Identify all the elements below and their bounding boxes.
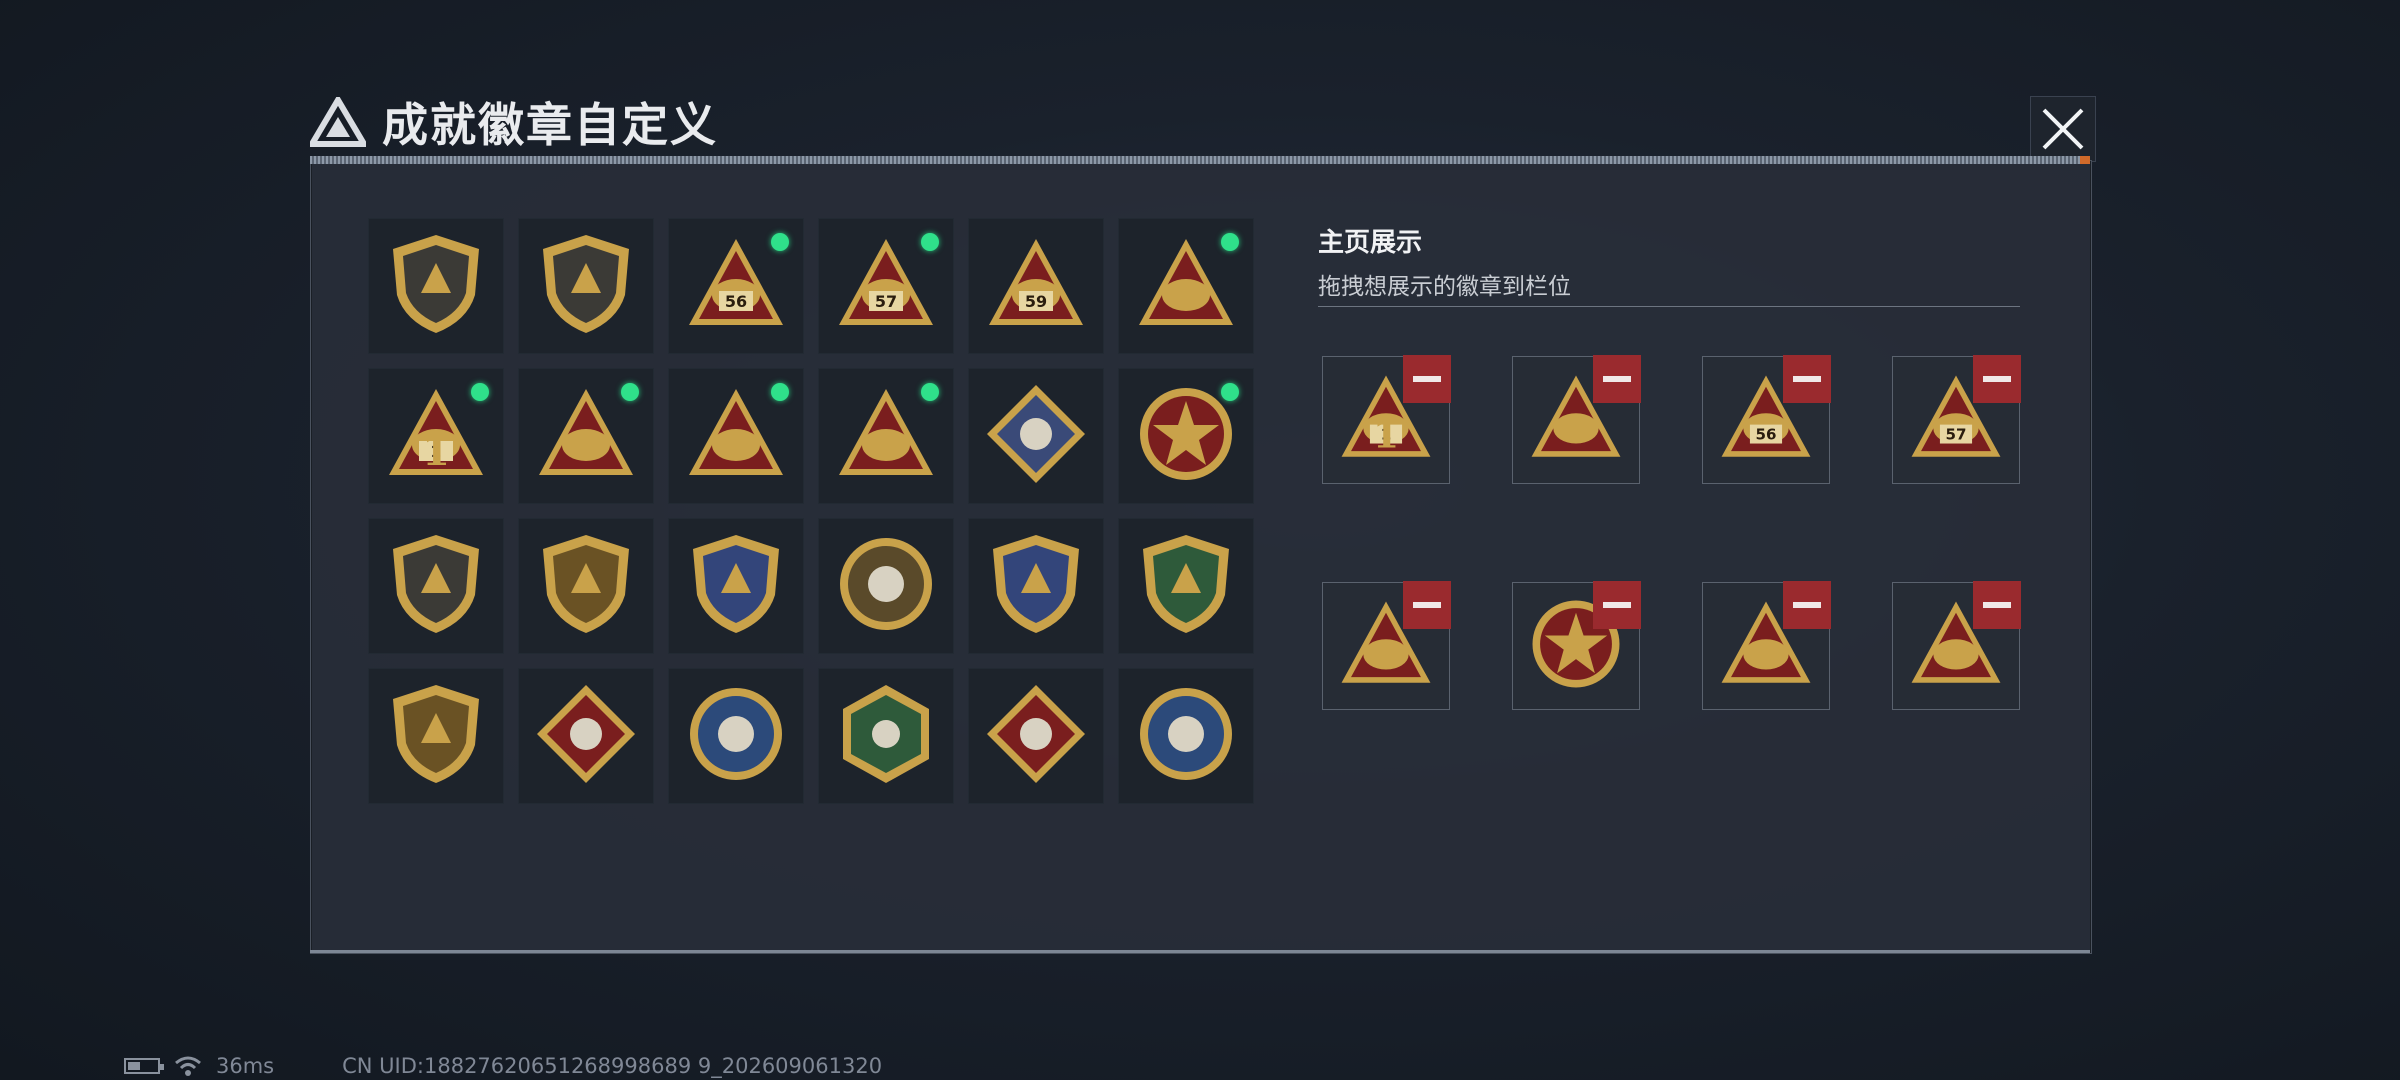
triangle-59-icon: 59	[981, 229, 1091, 344]
laurel-shield-icon	[531, 529, 641, 644]
panel-top-accent	[2080, 156, 2090, 164]
remove-slot-button[interactable]	[1973, 355, 2021, 403]
wolf-circle-icon	[1131, 679, 1241, 794]
status-bar: 36ms CN UID:18827620651268998689 9_20260…	[124, 1054, 882, 1078]
remove-slot-button[interactable]	[1783, 581, 1831, 629]
dialog-title: 成就徽章自定义	[310, 92, 718, 152]
showcase-slot[interactable]: 56	[1702, 355, 1831, 484]
minus-icon	[1413, 602, 1441, 608]
svg-text:59: 59	[1025, 292, 1047, 311]
minus-icon	[1603, 602, 1631, 608]
badge-cell[interactable]	[968, 668, 1104, 804]
showcase-slot[interactable]	[1512, 355, 1641, 484]
svg-text:1: 1	[422, 428, 450, 475]
minus-icon	[1603, 376, 1631, 382]
badge-cell[interactable]	[668, 668, 804, 804]
badge-cell[interactable]	[518, 218, 654, 354]
minus-icon	[1983, 602, 2011, 608]
showcase-slot-grid: 1 1 56 57	[1322, 355, 2021, 710]
showcase-slot[interactable]	[1512, 581, 1641, 710]
wasp-hexagon-icon	[831, 679, 941, 794]
showcase-slot[interactable]: 11	[1322, 355, 1451, 484]
blue-rifle-shield-icon	[981, 529, 1091, 644]
badge-cell[interactable]: 59	[968, 218, 1104, 354]
green-rifle-shield-icon	[1131, 529, 1241, 644]
badge-cell[interactable]	[818, 368, 954, 504]
showcase-slot[interactable]	[1322, 581, 1451, 710]
badge-cell[interactable]	[668, 518, 804, 654]
remove-slot-button[interactable]	[1973, 581, 2021, 629]
panel-bottom-border	[310, 950, 2090, 953]
minus-icon	[1983, 376, 2011, 382]
selected-indicator-icon	[917, 379, 943, 405]
round-skull-icon	[831, 529, 941, 644]
showcase-slot[interactable]: 57	[1892, 355, 2021, 484]
showcase-subtitle: 拖拽想展示的徽章到栏位	[1318, 274, 1571, 300]
minus-icon	[1413, 376, 1441, 382]
svg-text:57: 57	[875, 292, 897, 311]
shield-chevron-icon	[381, 529, 491, 644]
selected-indicator-icon	[467, 379, 493, 405]
badge-cell[interactable]	[1118, 518, 1254, 654]
showcase-title: 主页展示	[1318, 228, 1423, 258]
remove-slot-button[interactable]	[1593, 581, 1641, 629]
selected-indicator-icon	[767, 229, 793, 255]
battery-icon	[124, 1058, 164, 1074]
page-title: 成就徽章自定义	[382, 98, 718, 152]
badge-collection-grid: 56 57 59 1 1	[368, 218, 1254, 804]
eagle-circle-icon	[681, 679, 791, 794]
diamond-rose-icon	[981, 379, 1091, 494]
dragon-diamond-icon	[981, 679, 1091, 794]
logo-triangle-icon	[310, 97, 366, 147]
badge-cell[interactable]	[968, 368, 1104, 504]
badge-cell[interactable]	[368, 218, 504, 354]
remove-slot-button[interactable]	[1403, 581, 1451, 629]
helicopter-shield-icon	[531, 229, 641, 344]
badge-cell[interactable]	[1118, 668, 1254, 804]
badge-cell[interactable]	[518, 668, 654, 804]
badge-cell[interactable]: 11	[368, 368, 504, 504]
svg-text:1: 1	[1373, 411, 1399, 456]
wolf-diamond-icon	[531, 679, 641, 794]
selected-indicator-icon	[767, 379, 793, 405]
badge-cell[interactable]	[818, 518, 954, 654]
remove-slot-button[interactable]	[1783, 355, 1831, 403]
badge-cell[interactable]	[1118, 368, 1254, 504]
badge-cell[interactable]	[668, 368, 804, 504]
gold-crosshair-shield-icon	[381, 679, 491, 794]
svg-text:57: 57	[1945, 425, 1966, 443]
badge-cell[interactable]	[968, 518, 1104, 654]
showcase-slot[interactable]	[1702, 581, 1831, 710]
panel-top-border	[310, 156, 2090, 164]
uid-text: CN UID:18827620651268998689 9_2026090613…	[342, 1054, 883, 1078]
badge-cell[interactable]	[368, 668, 504, 804]
badge-cell[interactable]: 56	[668, 218, 804, 354]
minus-icon	[1793, 602, 1821, 608]
minus-icon	[1793, 376, 1821, 382]
remove-slot-button[interactable]	[1403, 355, 1451, 403]
badge-cell[interactable]	[368, 518, 504, 654]
blue-gem-shield-icon	[681, 529, 791, 644]
showcase-slot[interactable]	[1892, 581, 2021, 710]
badge-cell[interactable]: 57	[818, 218, 954, 354]
ping-text: 36ms	[216, 1054, 275, 1078]
selected-indicator-icon	[1217, 229, 1243, 255]
shield-peak-icon	[381, 229, 491, 344]
close-icon	[2042, 108, 2084, 150]
remove-slot-button[interactable]	[1593, 355, 1641, 403]
badge-cell[interactable]	[518, 368, 654, 504]
badge-cell[interactable]	[518, 518, 654, 654]
close-button[interactable]	[2030, 96, 2096, 162]
svg-text:56: 56	[1755, 425, 1776, 443]
svg-text:56: 56	[725, 292, 747, 311]
selected-indicator-icon	[917, 229, 943, 255]
selected-indicator-icon	[1217, 379, 1243, 405]
selected-indicator-icon	[617, 379, 643, 405]
showcase-divider	[1318, 306, 2020, 307]
wifi-icon	[175, 1056, 201, 1076]
badge-cell[interactable]	[1118, 218, 1254, 354]
showcase-header: 主页展示 拖拽想展示的徽章到栏位	[1318, 222, 1571, 301]
badge-cell[interactable]	[818, 668, 954, 804]
